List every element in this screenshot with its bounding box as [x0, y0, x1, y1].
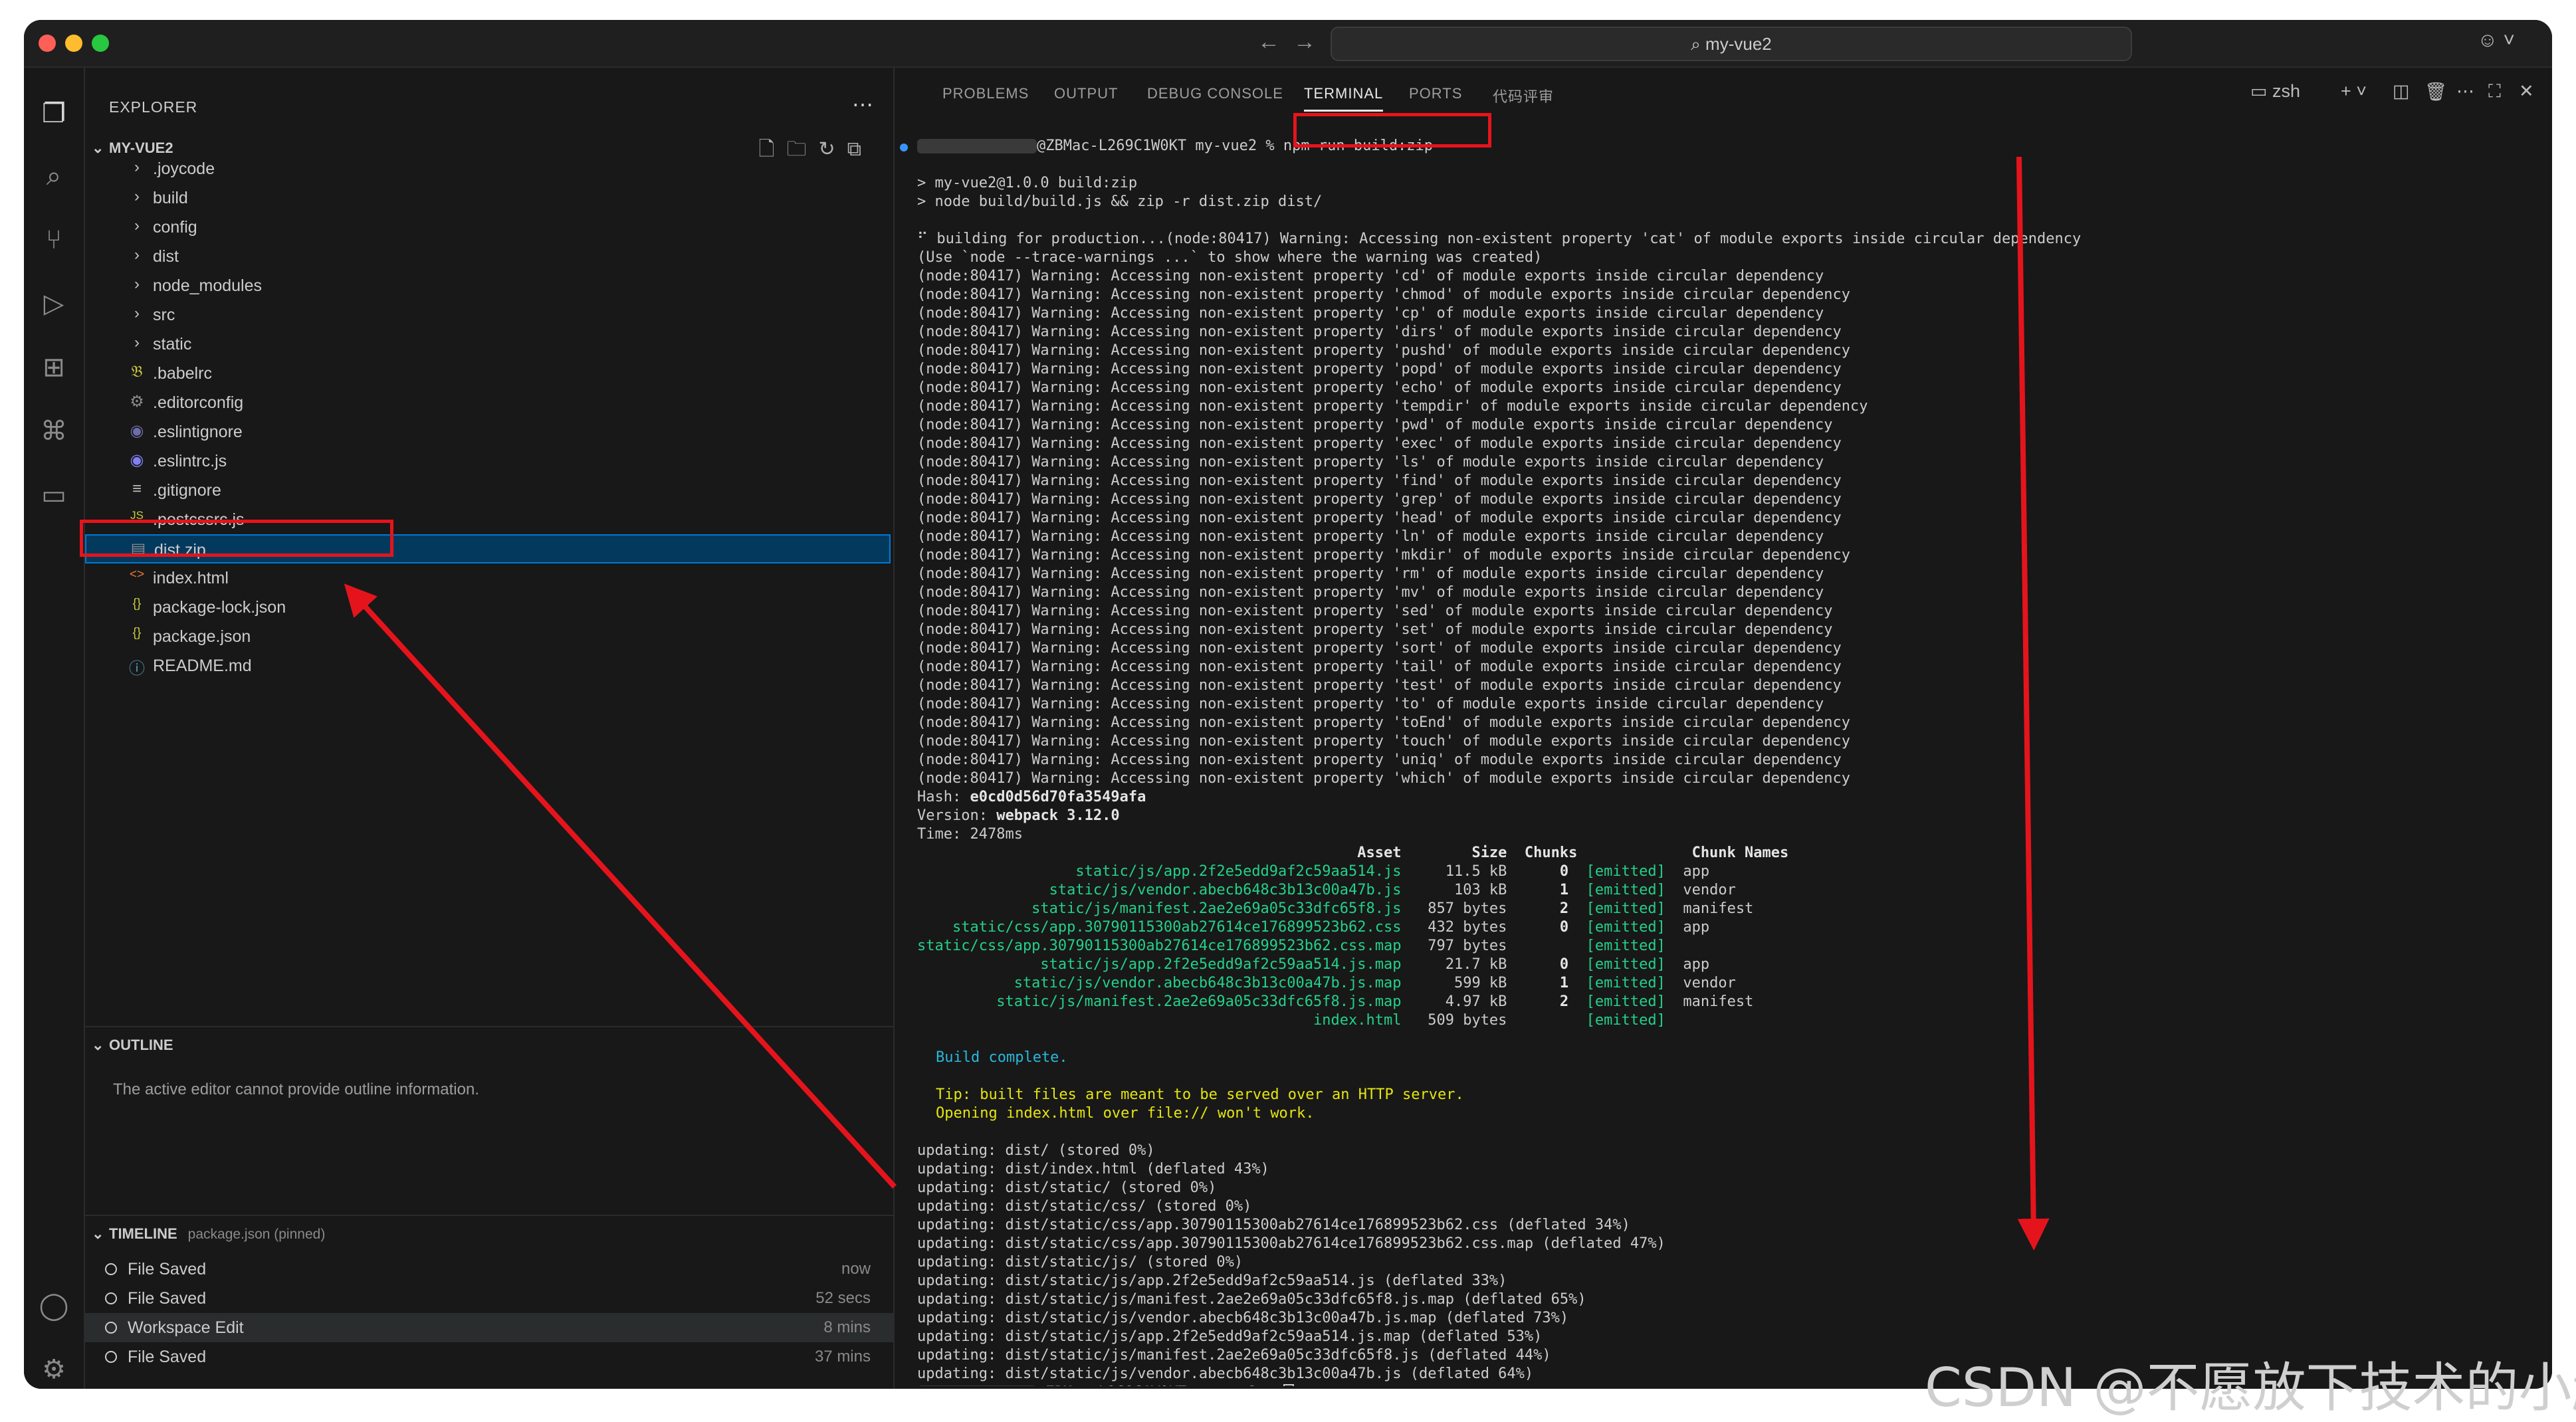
arrow-to-dist-zip [344, 583, 897, 1189]
arrow-down-output [2016, 156, 2050, 1251]
annotation-arrows [344, 156, 2050, 1251]
watermark: CSDN @不愿放下技术的小赵 [1925, 1357, 2576, 1419]
